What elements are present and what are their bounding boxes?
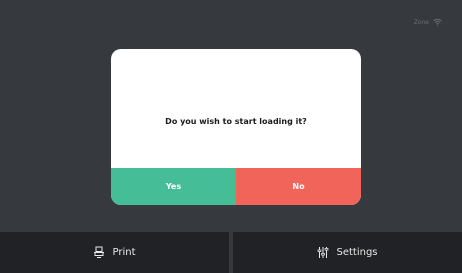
nav-print-button[interactable]: Print (0, 232, 229, 273)
yes-button[interactable]: Yes (111, 168, 236, 205)
dialog-buttons: Yes No (111, 168, 361, 205)
nav-settings-label: Settings (336, 247, 378, 258)
status-indicator: Zone (414, 18, 442, 26)
bottom-nav: Print Settings (0, 232, 462, 273)
nav-settings-button[interactable]: Settings (233, 232, 462, 273)
no-button[interactable]: No (236, 168, 361, 205)
dialog-message: Do you wish to start loading it? (165, 117, 307, 126)
nav-print-label: Print (112, 247, 136, 258)
wifi-icon (433, 18, 442, 26)
status-label: Zone (413, 18, 429, 26)
printer-icon (93, 246, 105, 259)
sliders-icon (317, 246, 329, 259)
confirm-dialog: Do you wish to start loading it? Yes No (111, 49, 361, 205)
